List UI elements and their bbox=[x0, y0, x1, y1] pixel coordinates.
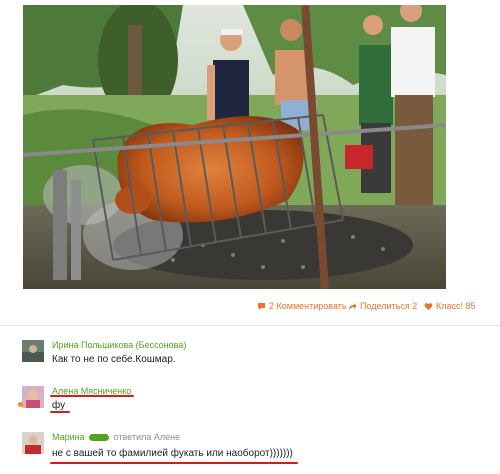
online-status-dot bbox=[18, 402, 23, 407]
share-action[interactable]: Поделиться 2 bbox=[348, 301, 417, 311]
post-actions-bar: 2 Комментировать Поделиться 2 Класс! 85 bbox=[0, 301, 500, 315]
comment-text: Как то не по себе.Кошмар. bbox=[52, 354, 176, 365]
comment-author-name: Марина bbox=[52, 432, 85, 442]
share-arrow-icon bbox=[349, 302, 357, 310]
roasting-pig-photo bbox=[23, 5, 446, 289]
like-action-label: Класс! 85 bbox=[436, 301, 476, 311]
avatar[interactable] bbox=[22, 432, 44, 454]
comment-action-label: 2 Комментировать bbox=[269, 301, 347, 311]
comment-action[interactable]: 2 Комментировать bbox=[257, 301, 347, 311]
text-underline-mark bbox=[50, 411, 70, 413]
comment-text: не с вашей то фамилией фукать или наобор… bbox=[52, 448, 293, 459]
speech-bubble-icon bbox=[258, 302, 265, 310]
avatar[interactable] bbox=[22, 386, 44, 408]
like-action[interactable]: Класс! 85 bbox=[424, 301, 476, 311]
share-action-label: Поделиться 2 bbox=[360, 301, 418, 311]
avatar[interactable] bbox=[22, 340, 44, 362]
reply-to-label: ответила Алене bbox=[113, 432, 181, 442]
post-photo[interactable] bbox=[23, 5, 446, 289]
class-like-icon bbox=[424, 302, 433, 310]
comments-divider bbox=[0, 325, 500, 326]
comment-author[interactable]: Марина ответила Алене bbox=[52, 432, 180, 442]
comment-text: фу bbox=[52, 400, 66, 411]
text-underline-mark bbox=[50, 462, 298, 464]
comment-author[interactable]: Ирина Польшикова (Бессонова) bbox=[52, 340, 186, 350]
author-underline-mark bbox=[50, 395, 134, 397]
censor-blot-mark bbox=[89, 434, 110, 442]
